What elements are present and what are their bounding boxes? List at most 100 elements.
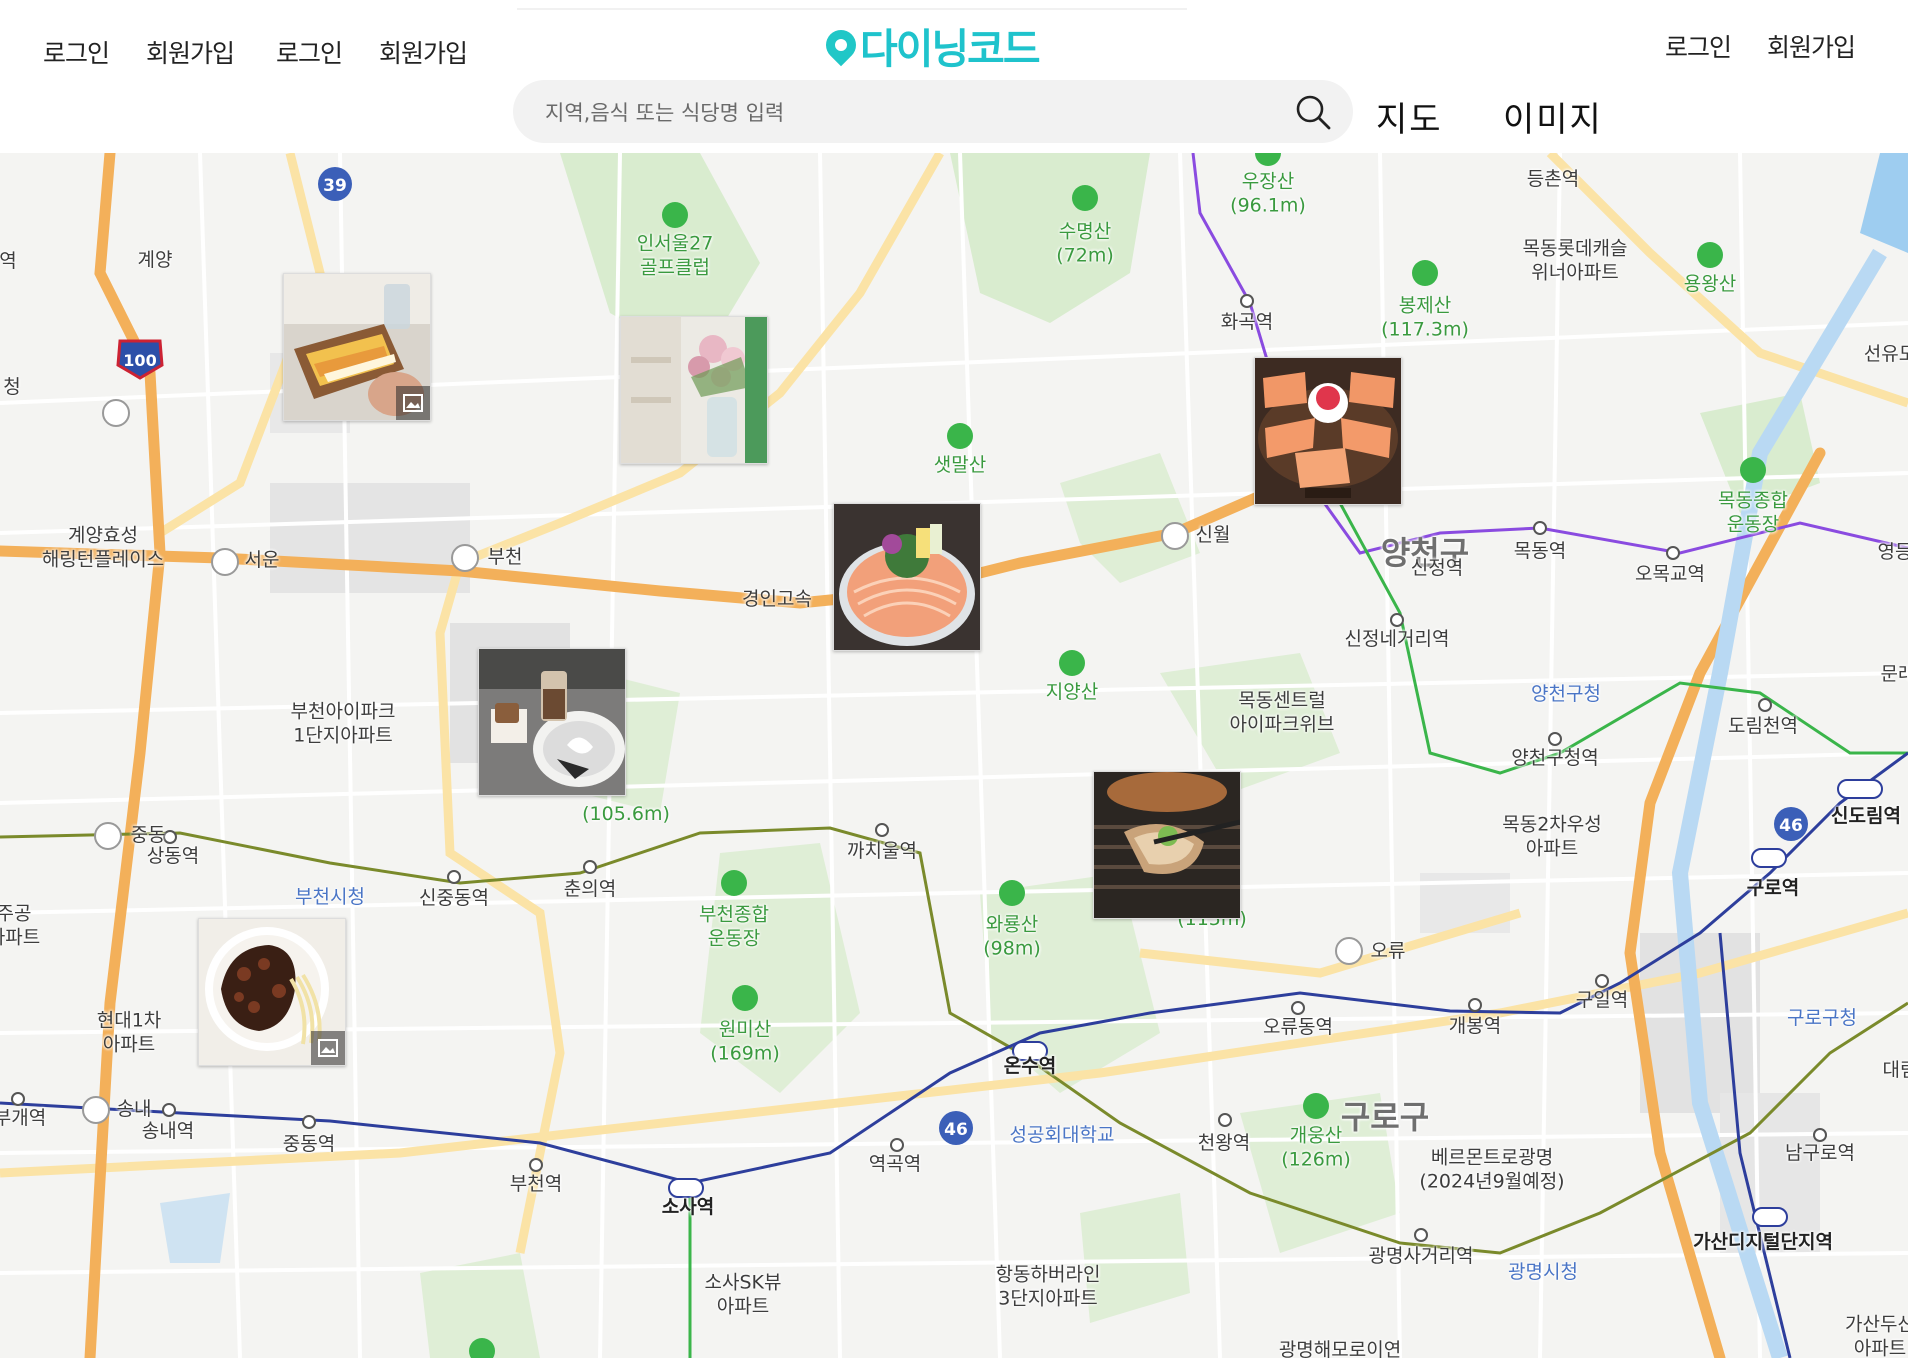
site-header: 로그인 회원가입 로그인 회원가입 다이닝코드 로그인 회원가입 지도 이미지 [0, 0, 1908, 153]
gov-label: 양천구청 [1531, 683, 1601, 706]
login-link[interactable]: 로그인 [43, 34, 110, 70]
poi-label: 목동센트럴 아이파크위브 [1229, 689, 1335, 735]
ic-label: 송내 [116, 1098, 152, 1121]
route-badge-46-b: 46 [1774, 807, 1808, 841]
station-label: 송내역 [141, 1120, 195, 1143]
site-logo[interactable]: 다이닝코드 [819, 20, 1041, 73]
station-label: 양천구청역 [1511, 747, 1599, 770]
signup-link-right[interactable]: 회원가입 [1767, 28, 1856, 64]
cafe-dessert-photo [479, 649, 625, 795]
logo-text: 다이닝코드 [860, 25, 1041, 73]
mountain-label: 봉제산 (117.3m) [1381, 294, 1469, 340]
station-label: 신도림역 [1831, 805, 1901, 828]
ic-label: 계양 [137, 249, 173, 272]
tab-image[interactable]: 이미지 [1503, 92, 1603, 141]
station-label: 소사역 [661, 1196, 715, 1219]
station-label: 남구로역 [1785, 1142, 1855, 1165]
mountain-label: 지양산 [1045, 681, 1099, 704]
mountain-label: 원미산 (169m) [710, 1018, 780, 1064]
svg-text:39: 39 [323, 176, 347, 196]
station-label: 역 [0, 250, 17, 273]
poi-label: 목동2차우성 아파트 [1502, 813, 1602, 859]
station-label: 대림 [1882, 1059, 1908, 1082]
district-label: 구로구 [1340, 1098, 1430, 1136]
mountain-label: 용왕산 [1683, 273, 1737, 296]
station-label: 도림천역 [1728, 715, 1798, 738]
poi-label: 부천아이파크 1단지아파트 [290, 700, 396, 746]
photo-marker-cafe-dessert[interactable] [478, 648, 626, 796]
park-label: 인서울27 골프클럽 [636, 232, 714, 278]
station-label: 문래 [1880, 663, 1908, 686]
mountain-label: 와룡산 (98m) [983, 913, 1041, 959]
poi-label: 목동롯데캐슬 위너아파트 [1522, 237, 1628, 283]
poi-label: 항동하버라인 3단지아파트 [995, 1263, 1101, 1309]
grilled-pork-photo [1094, 772, 1240, 918]
svg-text:46: 46 [944, 1120, 968, 1140]
header-divider [517, 8, 1187, 10]
poi-label: 주공아파트 [0, 902, 41, 948]
station-label: 신정역 [1410, 557, 1464, 580]
svg-text:100: 100 [123, 351, 156, 370]
station-label: 온수역 [1003, 1055, 1057, 1078]
photo-marker-salmon-sushi[interactable] [1254, 357, 1402, 505]
station-label: 선유도 [1863, 343, 1908, 366]
poi-label: 현대1차 아파트 [96, 1009, 162, 1055]
tab-map[interactable]: 지도 [1376, 92, 1443, 141]
map-canvas[interactable]: 39 100 46 46 계양 계양효성 해링턴플레이스 서운 부천 경인고속 … [0, 153, 1908, 1358]
station-label: 중동역 [282, 1133, 336, 1156]
route-badge-46-a: 46 [939, 1111, 973, 1145]
search-bar [513, 80, 1353, 145]
login-link-right[interactable]: 로그인 [1665, 28, 1732, 64]
station-label: 부개역 [0, 1107, 47, 1130]
park-label: 부천종합 운동장 [699, 903, 769, 949]
poi-label: 베르몬트로광명 (2024년9월예정) [1419, 1146, 1565, 1192]
photo-marker-raw-fish-platter[interactable] [833, 503, 981, 651]
station-label: 상동역 [146, 845, 200, 868]
search-input[interactable] [543, 80, 1247, 145]
mountain-label: (105.6m) [582, 803, 670, 826]
signup-link[interactable]: 회원가입 [146, 34, 235, 70]
station-label: 천왕역 [1197, 1132, 1251, 1155]
gov-label: 광명시청 [1508, 1261, 1578, 1284]
photo-marker-sandwich[interactable] [283, 273, 431, 421]
station-label: 오류동역 [1263, 1016, 1333, 1039]
poi-label: 광명해모로이연 [1278, 1339, 1402, 1358]
gallery-icon [396, 386, 430, 420]
photo-marker-grilled-pork[interactable] [1093, 771, 1241, 919]
station-label: 목동역 [1513, 540, 1567, 563]
station-label: 광명사거리역 [1368, 1245, 1474, 1268]
station-label: 영등 [1877, 541, 1908, 564]
signup-link-2[interactable]: 회원가입 [379, 34, 468, 70]
ic-label: 오류 [1370, 940, 1406, 963]
gov-label: 구로구청 [1787, 1007, 1857, 1030]
poi-label: 가산두산 아파트 [1845, 1313, 1908, 1358]
photo-marker-flowers-cafe[interactable] [620, 316, 768, 464]
gallery-icon [311, 1031, 345, 1065]
location-pin-icon [819, 23, 863, 67]
station-label: 역곡역 [868, 1153, 922, 1176]
login-link-2[interactable]: 로그인 [276, 34, 343, 70]
poi-label: 청 [3, 376, 21, 399]
route-badge-39: 39 [318, 167, 352, 201]
road-label: 경인고속 [742, 588, 812, 611]
mountain-label: 우장산 (96.1m) [1230, 170, 1306, 216]
flowers-cafe-photo [621, 317, 767, 463]
station-label: 신중동역 [419, 887, 489, 910]
photo-marker-jjajangmyeon[interactable] [198, 918, 346, 1066]
station-label: 구일역 [1575, 989, 1629, 1012]
ic-label: 신월 [1195, 524, 1231, 547]
ic-label: 부천 [487, 546, 523, 569]
station-label: 까치울역 [847, 840, 917, 863]
jc-label: 서운 [244, 549, 280, 572]
station-label: 오목교역 [1635, 563, 1705, 586]
station-label: 부천역 [509, 1173, 563, 1196]
search-icon[interactable] [1293, 92, 1333, 132]
gov-label: 부천시청 [295, 886, 365, 909]
station-label: 구로역 [1746, 877, 1800, 900]
park-label: 목동종합 운동장 [1718, 489, 1788, 535]
svg-text:46: 46 [1779, 816, 1803, 836]
poi-label: 계양효성 해링턴플레이스 [41, 524, 165, 570]
raw-fish-photo [834, 504, 980, 650]
station-label: 춘의역 [563, 878, 617, 901]
station-label: 가산디지털단지역 [1693, 1231, 1833, 1254]
